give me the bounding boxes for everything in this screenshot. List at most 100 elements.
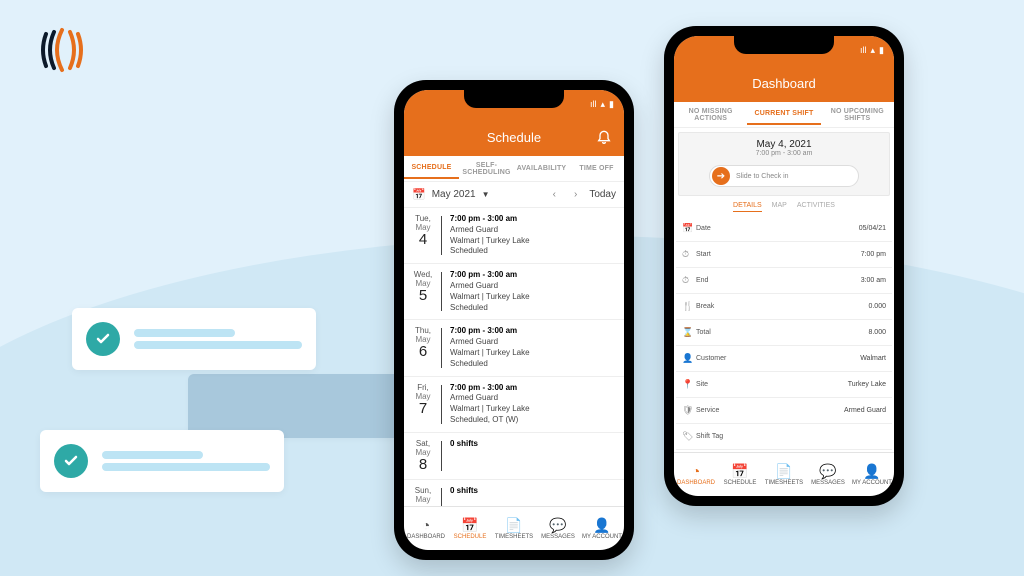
detail-row-customer: 👤CustomerWalmart	[676, 346, 892, 372]
row-key: Total	[696, 329, 868, 336]
row-icon: 📍	[682, 379, 696, 390]
tab-icon: 📄	[775, 464, 792, 478]
tab-messages[interactable]: 💬MESSAGES	[806, 453, 850, 496]
detail-row-service: 🛡ServiceArmed Guard	[676, 398, 892, 424]
tab-messages[interactable]: 💬MESSAGES	[536, 507, 580, 550]
tab-label: DASHBOARD	[677, 480, 715, 486]
schedule-row[interactable]: Sun,May90 shifts	[404, 480, 624, 506]
detail-tab-map[interactable]: MAP	[772, 202, 787, 212]
segment-self-scheduling[interactable]: SELF-SCHEDULING	[459, 156, 514, 182]
row-icon: 🛡	[682, 405, 696, 416]
signal-icon: ıll	[860, 45, 867, 55]
schedule-row[interactable]: Tue,May47:00 pm - 3:00 amArmed GuardWalm…	[404, 208, 624, 264]
tab-label: DASHBOARD	[407, 534, 445, 540]
schedule-segments: SCHEDULESELF-SCHEDULINGAVAILABILITYTIME …	[404, 156, 624, 182]
tab-icon: 📅	[731, 464, 748, 478]
page-title: Schedule	[487, 130, 541, 145]
shift-cell: 0 shifts	[442, 433, 624, 480]
tab-dashboard[interactable]: ◔DASHBOARD	[404, 507, 448, 550]
chevron-down-icon[interactable]: ▼	[482, 190, 490, 199]
row-value: 7:00 pm	[861, 251, 886, 258]
battery-icon: ▮	[879, 45, 884, 56]
tab-schedule[interactable]: 📅SCHEDULE	[448, 507, 492, 550]
schedule-row[interactable]: Thu,May67:00 pm - 3:00 amArmed GuardWalm…	[404, 320, 624, 376]
date-cell: Thu,May6	[404, 320, 442, 375]
tab-icon: 💬	[819, 464, 836, 478]
shift-cell: 7:00 pm - 3:00 amArmed GuardWalmart | Tu…	[442, 208, 624, 263]
date-cell: Sat,May8	[404, 433, 442, 480]
shift-date: May 4, 2021	[679, 139, 889, 150]
tab-dashboard[interactable]: ◔DASHBOARD	[674, 453, 718, 496]
tab-icon: 👤	[593, 518, 610, 532]
tab-schedule[interactable]: 📅 SCHEDULE	[718, 453, 762, 496]
tab-label: TIMESHEETS	[495, 534, 533, 540]
decorative-card	[40, 430, 284, 492]
tab-label: MY ACCOUNT	[852, 480, 892, 486]
slide-to-checkin[interactable]: ➔ Slide to Check in	[709, 165, 859, 187]
row-key: Service	[696, 407, 844, 414]
next-month[interactable]: ›	[568, 189, 583, 200]
shift-cell: 7:00 pm - 3:00 amArmed GuardWalmart | Tu…	[442, 264, 624, 319]
row-key: Start	[696, 251, 861, 258]
segment-time-off[interactable]: TIME OFF	[569, 159, 624, 178]
wifi-icon: ▴	[601, 99, 606, 110]
row-value: 0.000	[868, 303, 886, 310]
phone-notch	[734, 36, 834, 54]
arrow-right-icon: ➔	[712, 167, 730, 185]
segment-current-shift[interactable]: CURRENT SHIFT	[747, 104, 820, 125]
row-value: 8.000	[868, 329, 886, 336]
row-icon: ⌛	[682, 327, 696, 338]
tab-label: MY ACCOUNT	[582, 534, 622, 540]
row-key: Break	[696, 303, 868, 310]
detail-row-break: 🍴Break0.000	[676, 294, 892, 320]
schedule-row[interactable]: Wed,May57:00 pm - 3:00 amArmed GuardWalm…	[404, 264, 624, 320]
month-picker: 📅 May 2021 ▼ ‹ › Today	[404, 182, 624, 208]
row-value: Walmart	[860, 355, 886, 362]
row-icon: ⏱	[682, 249, 696, 260]
details-list[interactable]: 📅Date05/04/21⏱Start7:00 pm⏱End3:00 am🍴Br…	[674, 216, 894, 452]
segment-availability[interactable]: AVAILABILITY	[514, 159, 569, 178]
nav-bar: Dashboard	[674, 64, 894, 102]
tab-timesheets[interactable]: 📄TIMESHEETS	[492, 507, 536, 550]
row-key: End	[696, 277, 861, 284]
detail-tab-activities[interactable]: ACTIVITIES	[797, 202, 835, 212]
segment-schedule[interactable]: SCHEDULE	[404, 158, 459, 179]
shift-cell: 0 shifts	[442, 480, 624, 506]
brand-logo	[38, 24, 90, 76]
tab-label: SCHEDULE	[724, 480, 757, 486]
detail-row-date: 📅Date05/04/21	[676, 216, 892, 242]
bell-icon[interactable]	[596, 128, 612, 148]
decorative-card	[72, 308, 316, 370]
row-key: Customer	[696, 355, 860, 362]
schedule-list[interactable]: Tue,May47:00 pm - 3:00 amArmed GuardWalm…	[404, 208, 624, 506]
schedule-row[interactable]: Fri,May77:00 pm - 3:00 amArmed GuardWalm…	[404, 377, 624, 433]
row-icon: 🏷	[682, 431, 696, 442]
detail-tab-details[interactable]: DETAILS	[733, 202, 762, 212]
month-label[interactable]: May 2021	[432, 189, 476, 200]
segment-no-upcoming-shifts[interactable]: NO UPCOMING SHIFTS	[821, 102, 894, 128]
tab-label: TIMESHEETS	[765, 480, 803, 486]
today-button[interactable]: Today	[589, 189, 616, 200]
slide-label: Slide to Check in	[736, 173, 789, 180]
tab-timesheets[interactable]: 📄 TIMESHEETS	[762, 453, 806, 496]
tab-label: MESSAGES	[541, 534, 575, 540]
detail-row-start: ⏱Start7:00 pm	[676, 242, 892, 268]
segment-no-missing-actions[interactable]: NO MISSING ACTIONS	[674, 102, 747, 128]
detail-row-end: ⏱End3:00 am	[676, 268, 892, 294]
tab-label: SCHEDULE	[454, 534, 487, 540]
calendar-icon[interactable]: 📅	[412, 188, 426, 201]
row-key: Shift Tag	[696, 433, 886, 440]
signal-icon: ıll	[590, 99, 597, 109]
row-icon: ⏱	[682, 275, 696, 286]
detail-row-total: ⌛Total8.000	[676, 320, 892, 346]
row-icon: 👤	[682, 353, 696, 364]
tab-my-account[interactable]: 👤MY ACCOUNT	[850, 453, 894, 496]
prev-month[interactable]: ‹	[547, 189, 562, 200]
phone-notch	[464, 90, 564, 108]
dashboard-segments: NO MISSING ACTIONSCURRENT SHIFTNO UPCOMI…	[674, 102, 894, 128]
schedule-row[interactable]: Sat,May80 shifts	[404, 433, 624, 481]
row-key: Site	[696, 381, 848, 388]
tab-my-account[interactable]: 👤 MY ACCOUNT	[580, 507, 624, 550]
shift-cell: 7:00 pm - 3:00 amArmed GuardWalmart | Tu…	[442, 377, 624, 432]
date-cell: Sun,May9	[404, 480, 442, 506]
